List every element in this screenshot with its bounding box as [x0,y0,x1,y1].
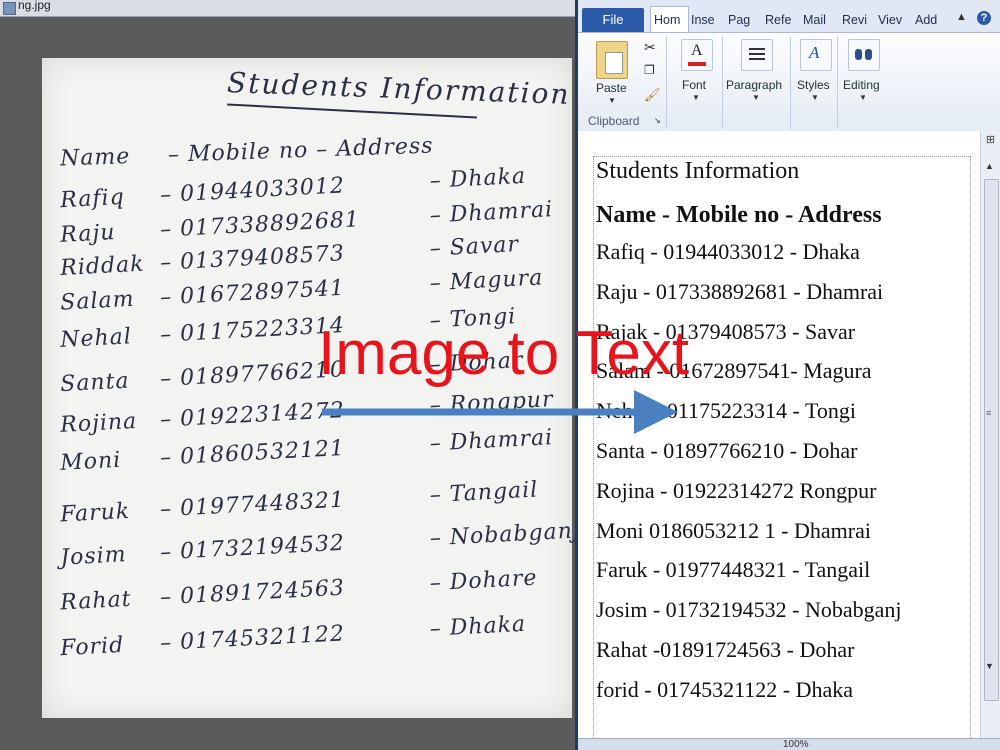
document-line[interactable]: forid - 01745321122 - Dhaka [596,670,976,710]
image-file-icon [3,2,16,15]
ruler-toggle-icon[interactable]: ⊞ [983,133,998,147]
styles-icon[interactable]: A [800,39,832,71]
document-line[interactable]: Moni 0186053212 1 - Dhamrai [596,511,976,551]
image-to-text-label: Image to Text [318,319,690,388]
document-line[interactable]: Faruk - 01977448321 - Tangail [596,550,976,590]
hw-header-name: Name [59,144,131,172]
paste-icon[interactable] [596,41,628,79]
paragraph-icon[interactable] [741,39,773,71]
handwritten-row: Josim – 01732194532– Nobabganj [59,518,575,571]
font-label[interactable]: Font [682,78,706,92]
scroll-grip-icon: ≡ [986,408,992,418]
format-painter-icon[interactable]: 🖌 [644,87,661,103]
group-separator [837,37,838,129]
clipboard-launcher-icon[interactable]: ↘ [654,116,661,125]
editing-label[interactable]: Editing [843,78,880,92]
tab-references[interactable]: Refe [765,9,795,31]
tab-insert[interactable]: Inse [691,9,721,31]
document-heading[interactable]: Name - Mobile no - Address [596,198,976,232]
document-line[interactable]: Raju - 017338892681 - Dhamrai [596,272,976,312]
tab-file[interactable]: File [582,8,644,32]
status-bar: 100% [578,738,1000,750]
tab-home[interactable]: Hom [650,6,689,33]
help-icon[interactable]: ? [977,11,991,25]
paragraph-dropdown-icon[interactable]: ▼ [752,93,760,102]
zoom-level[interactable]: 100% [783,739,809,750]
group-separator [790,37,791,129]
tab-review[interactable]: Revi [842,9,872,31]
document-area[interactable]: Students Information Name - Mobile no - … [578,131,1000,750]
group-separator [722,37,723,129]
document-line[interactable]: Rojina - 01922314272 Rongpur [596,471,976,511]
tab-page-layout[interactable]: Pag [728,9,756,31]
handwritten-title: Students Information [226,66,572,111]
clipboard-group-label: Clipboard [588,114,640,128]
editing-dropdown-icon[interactable]: ▼ [859,93,867,102]
scrollbar-thumb[interactable] [984,179,999,701]
scroll-up-icon[interactable]: ▲ [985,161,994,171]
vertical-scrollbar[interactable]: ⊞ ▲ ≡ ▼ [980,131,1000,750]
arrow-head [634,390,678,434]
tab-mailings[interactable]: Mail [803,9,835,31]
document-line[interactable]: Rahat -01891724563 - Dohar [596,630,976,670]
handwritten-row: Rahat – 01891724563– Dohare [59,565,539,616]
paste-label[interactable]: Paste [596,81,627,95]
hw-header-address: Address [335,133,434,162]
styles-dropdown-icon[interactable]: ▼ [811,93,819,102]
hw-header-mobile: Mobile no [187,137,309,168]
document-title[interactable]: Students Information [596,154,976,188]
paste-dropdown-icon[interactable]: ▼ [608,96,616,105]
document-line[interactable]: Josim - 01732194532 - Nobabganj [596,590,976,630]
right-arrow-icon [322,390,678,434]
paragraph-label[interactable]: Paragraph [726,78,782,92]
group-separator [666,37,667,129]
cut-icon[interactable]: ✂ [644,39,656,56]
editing-binoculars-icon[interactable] [848,39,880,71]
tab-view[interactable]: Viev [878,9,908,31]
ribbon-home: Paste ▼ ✂ ❐ 🖌 Clipboard ↘ A Font ▼ Parag… [578,32,1000,132]
viewer-title-bar: ng.jpg [0,0,575,17]
scroll-down-icon[interactable]: ▼ [985,661,994,671]
handwritten-row: Forid – 01745321122– Dhaka [59,611,527,662]
copy-icon[interactable]: ❐ [644,63,655,77]
document-line[interactable]: Rafiq - 01944033012 - Dhaka [596,232,976,272]
font-dropdown-icon[interactable]: ▼ [692,93,700,102]
viewer-title: ng.jpg [18,0,51,12]
styles-label[interactable]: Styles [797,78,830,92]
handwritten-header: Name – Mobile no – Address [59,133,434,172]
tab-add-ins[interactable]: Add [915,9,945,31]
handwritten-row: Faruk – 01977448321– Tangail [59,477,539,528]
font-icon[interactable]: A [681,39,713,71]
ribbon-tab-bar: File Hom Inse Pag Refe Mail Revi Viev Ad… [578,0,1000,33]
collapse-ribbon-icon[interactable]: ▲ [956,11,967,23]
